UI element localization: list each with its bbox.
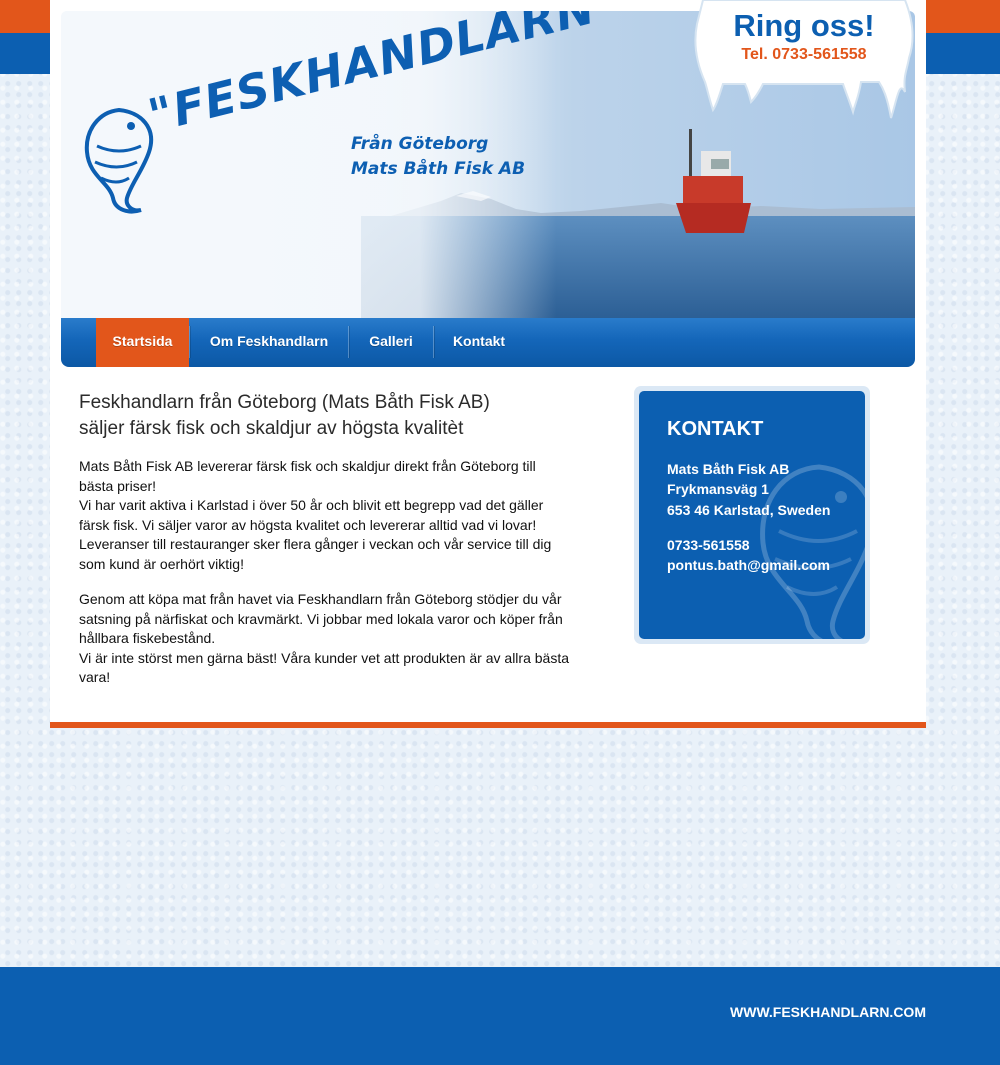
page-heading: Feskhandlarn från Göteborg (Mats Båth Fi…: [79, 390, 599, 442]
contact-street: Frykmansväg 1: [667, 481, 769, 497]
footer-website-link[interactable]: WWW.FESKHANDLARN.COM: [730, 1004, 926, 1020]
call-us-title: Ring oss!: [733, 8, 875, 43]
contact-title: KONTAKT: [667, 418, 764, 440]
call-us-phone[interactable]: Tel. 0733-561558: [693, 46, 915, 64]
page-heading-line1: Feskhandlarn från Göteborg (Mats Båth Fi…: [79, 392, 490, 413]
call-us-bubble: Ring oss! Tel. 0733-561558: [693, 0, 915, 130]
paragraph-line: färsk fisk. Vi säljer varor av högsta kv…: [79, 516, 537, 533]
paragraph-line: vara!: [79, 669, 111, 686]
paragraph-line: hållbara fiskebestånd.: [79, 630, 216, 647]
footer: WWW.FESKHANDLARN.COM: [0, 967, 1000, 1065]
nav-item-galleri[interactable]: Galleri: [349, 318, 433, 367]
contact-panel: KONTAKT Mats Båth Fisk AB Frykmansväg 1 …: [639, 391, 865, 639]
page-container: "FESKHANDLARN" Från Göteborg Mats Båth F…: [50, 0, 926, 728]
paragraph-line: Vi har varit aktiva i Karlstad i över 50…: [79, 497, 544, 514]
nav-item-kontakt[interactable]: Kontakt: [434, 318, 524, 367]
paragraph-line: satsning på närfiskat och kravmärkt. Vi …: [79, 610, 563, 627]
logo-subtitle-company: Mats Båth Fisk AB: [351, 159, 526, 179]
contact-box: KONTAKT Mats Båth Fisk AB Frykmansväg 1 …: [634, 386, 870, 644]
sustainability-paragraph: Genom att köpa mat från havet via Feskha…: [79, 590, 619, 688]
paragraph-line: Genom att köpa mat från havet via Feskha…: [79, 591, 562, 607]
paragraph-line: Leveranser till restauranger sker flera …: [79, 536, 552, 553]
paragraph-line: bästa priser!: [79, 477, 157, 494]
fish-logo-icon: [84, 107, 153, 214]
contact-email-link[interactable]: pontus.bath@gmail.com: [667, 557, 830, 573]
contact-phone[interactable]: 0733-561558: [667, 537, 750, 553]
contact-city: 653 46 Karlstad, Sweden: [667, 502, 831, 518]
nav-item-om-feskhandlarn[interactable]: Om Feskhandlarn: [190, 318, 348, 367]
nav-item-startsida[interactable]: Startsida: [96, 318, 189, 367]
contact-company: Mats Båth Fisk AB: [667, 461, 790, 477]
logo-subtitle-city: Från Göteborg: [351, 134, 489, 154]
intro-paragraph: Mats Båth Fisk AB levererar färsk fisk o…: [79, 457, 619, 575]
paragraph-line: Vi är inte störst men gärna bäst! Våra k…: [79, 649, 570, 666]
paragraph-line: Mats Båth Fisk AB levererar färsk fisk o…: [79, 458, 536, 474]
main-nav: Startsida Om Feskhandlarn Galleri Kontak…: [61, 318, 915, 367]
paragraph-line: som kund är oerhört viktig!: [79, 555, 244, 572]
page-heading-line2: säljer färsk fisk och skaldjur av högsta…: [79, 418, 464, 439]
